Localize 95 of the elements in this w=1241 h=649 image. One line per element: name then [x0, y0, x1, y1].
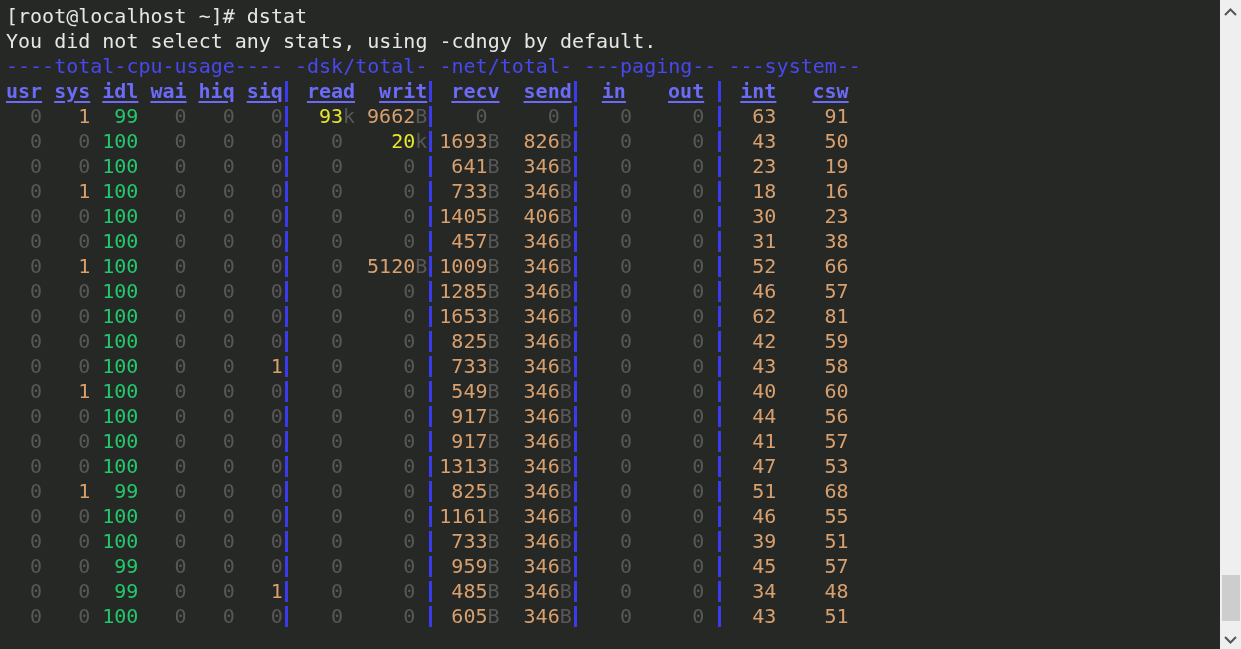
table-cell-text: 1 [77, 479, 91, 504]
column-header: read [305, 79, 356, 104]
table-cell-text: 66 [823, 254, 850, 279]
table-cell-text: 50 [823, 129, 850, 154]
table-cell-text: 81 [823, 304, 850, 329]
table-cell-text: 42 [751, 329, 778, 354]
output-message: You did not select any stats, using -cdngy by default. [6, 29, 657, 54]
column-header: siq [246, 79, 283, 104]
table-cell-text: 34 [751, 579, 778, 604]
table-cell-text: 23 [751, 154, 778, 179]
table-cell: 100 [102, 529, 139, 554]
table-cell-text: 57 [823, 429, 850, 454]
command-prompt: [root@localhost ~]# dstat [6, 4, 308, 29]
table-cell-text: 23 [823, 204, 850, 229]
table-cell: 100 [102, 604, 139, 629]
table-cell-text: 19 [823, 154, 850, 179]
table-cell: 100 [102, 354, 139, 379]
column-header: recv [450, 79, 500, 104]
group-title: -dsk/total- [295, 54, 428, 79]
table-cell-text: 57 [823, 279, 850, 304]
table-cell-text: 46 [751, 504, 778, 529]
scroll-down-icon[interactable] [1224, 636, 1237, 644]
column-header: out [667, 79, 706, 104]
table-cell-text: 47 [751, 454, 778, 479]
scrollbar-thumb[interactable] [1222, 575, 1240, 621]
group-title: ----total-cpu-usage---- [6, 54, 283, 79]
table-cell-text: 51 [823, 604, 850, 629]
table-cell-text: 51 [823, 529, 850, 554]
table-cell: 100 [102, 154, 139, 179]
table-cell-text: 55 [823, 504, 850, 529]
column-header: sys [54, 79, 91, 104]
column-header: usr [6, 79, 43, 104]
table-cell-text: 52 [751, 254, 778, 279]
column-header: csw [811, 79, 850, 104]
table-cell-text: 99 [113, 554, 139, 579]
scroll-up-icon[interactable] [1224, 8, 1237, 16]
table-cell-text: 99 [113, 104, 139, 129]
table-cell-text: 43 [751, 604, 778, 629]
table-cell-text: 91 [823, 104, 850, 129]
table-cell: 100 [102, 229, 139, 254]
table-cell-text: 39 [751, 529, 778, 554]
table-cell-text: 99 [113, 479, 139, 504]
table-cell-text: 41 [751, 429, 778, 454]
table-cell-text: 58 [823, 354, 850, 379]
table-cell-text: 1 [77, 104, 91, 129]
table-cell-text: 18 [751, 179, 778, 204]
column-header: send [522, 79, 572, 104]
table-cell: 100 [102, 204, 139, 229]
table-cell-text: 43 [751, 354, 778, 379]
table-cell-text: 48 [823, 579, 850, 604]
group-title: ---paging-- [583, 54, 717, 79]
column-header: in [600, 79, 627, 104]
table-cell-text: 1 [269, 579, 283, 604]
column-header: hiq [198, 79, 235, 104]
table-cell-text: 40 [751, 379, 778, 404]
table-cell-text: 44 [751, 404, 778, 429]
table-cell: 100 [102, 379, 139, 404]
table-cell-text: 16 [823, 179, 850, 204]
table-cell-text: 57 [823, 554, 850, 579]
table-cell-text: 43 [751, 129, 778, 154]
column-header: idl [102, 79, 139, 104]
table-cell-text: 51 [751, 479, 778, 504]
table-cell: 100 [102, 254, 139, 279]
table-cell: 100 [102, 304, 139, 329]
group-title: ---system-- [728, 54, 861, 79]
table-cell-text: 1 [77, 379, 91, 404]
table-cell-text: 1 [77, 179, 91, 204]
table-cell: 100 [102, 404, 139, 429]
table-cell-text: 60 [823, 379, 850, 404]
column-header: writ [378, 79, 428, 104]
column-header: int [739, 79, 778, 104]
table-cell: 100 [102, 329, 139, 354]
table-cell: 100 [102, 429, 139, 454]
table-cell-text: 1 [269, 354, 283, 379]
table-cell-text: 31 [751, 229, 778, 254]
table-cell-text: 62 [751, 304, 778, 329]
group-title: -net/total- [439, 54, 572, 79]
table-cell-text: 59 [823, 329, 850, 354]
table-cell: 100 [102, 454, 139, 479]
table-cell-text: 56 [823, 404, 850, 429]
scrollbar[interactable] [1220, 0, 1241, 649]
column-header: wai [150, 79, 187, 104]
table-cell-text: 63 [751, 104, 778, 129]
table-cell-text: 30 [751, 204, 778, 229]
table-cell: 100 [102, 504, 139, 529]
table-cell-text: 38 [823, 229, 850, 254]
table-cell: 100 [102, 279, 139, 304]
table-cell-text: 53 [823, 454, 850, 479]
table-cell-text: 1 [77, 254, 91, 279]
table-cell-text: 45 [751, 554, 778, 579]
table-cell: 100 [102, 179, 139, 204]
table-cell: 100 [102, 129, 139, 154]
table-cell-text: 68 [823, 479, 850, 504]
table-cell-text: 46 [751, 279, 778, 304]
table-cell-text: 99 [113, 579, 139, 604]
